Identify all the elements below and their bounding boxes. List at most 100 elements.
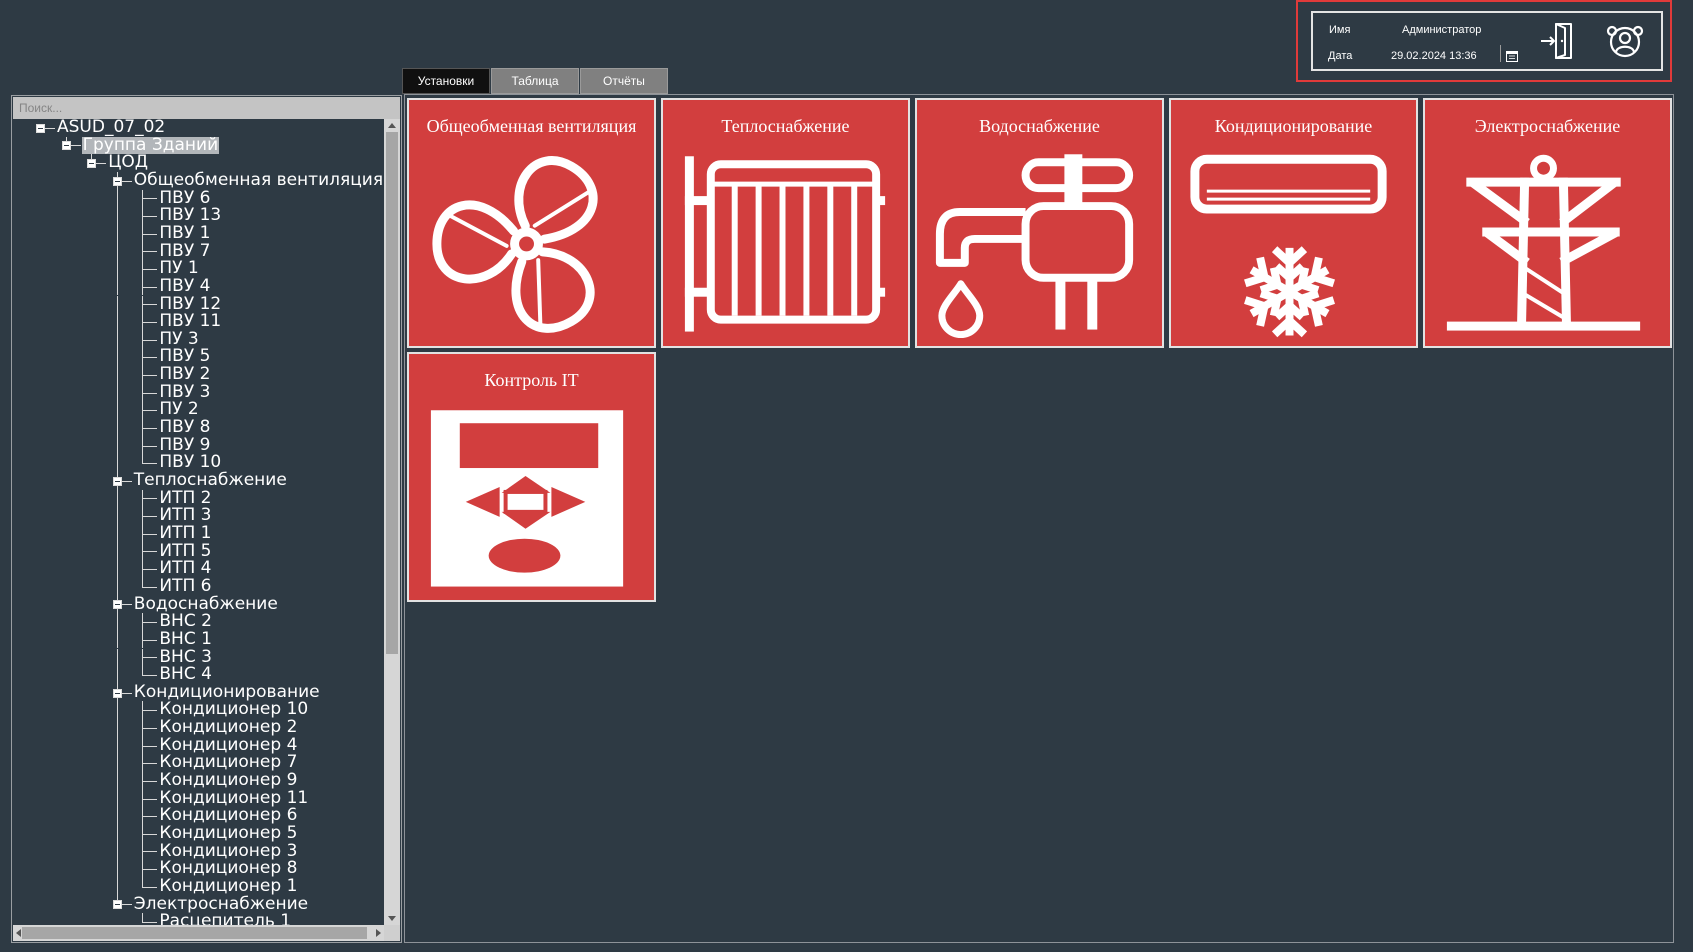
user-group-icon[interactable] [1606, 22, 1644, 60]
tile-power-supply[interactable]: Электроснабжение [1423, 98, 1672, 348]
search-input[interactable] [13, 97, 400, 119]
tile-water-supply[interactable]: Водоснабжение [915, 98, 1164, 348]
tree-item[interactable]: ASUD_07_02 [13, 119, 384, 137]
tree-item[interactable]: ВНС 1 [13, 630, 384, 649]
tab-table[interactable]: Таблица [491, 68, 579, 94]
tree-guide-line [116, 401, 118, 420]
tree-item-label: Группа Зданий [81, 134, 220, 155]
scroll-down-icon[interactable] [388, 916, 396, 921]
scroll-left-icon[interactable] [16, 929, 21, 937]
tree-item[interactable]: Группа Зданий [13, 134, 384, 155]
tree-guide-line [116, 524, 118, 543]
tree-item-label: ИТП 1 [159, 522, 212, 543]
tree-guide-line [116, 789, 118, 808]
tree-guide-line [116, 224, 118, 243]
tile-general-ventilation[interactable]: Общеобменная вентиляция [407, 98, 656, 348]
tree-item[interactable]: ПВУ 1 [13, 222, 384, 243]
tree-item[interactable]: Кондиционер 5 [13, 823, 384, 843]
tree-guide-line [116, 348, 118, 367]
tab-reports[interactable]: Отчёты [580, 68, 668, 94]
date-separator [1500, 45, 1501, 62]
tree-guide-line [142, 321, 158, 323]
tree-item[interactable]: Теплоснабжение [13, 471, 384, 490]
collapse-icon[interactable] [112, 900, 122, 910]
tree-guide-line [142, 533, 158, 535]
tree-guide-line [142, 622, 158, 623]
collapse-icon[interactable] [112, 476, 122, 486]
tree-item[interactable]: ПВУ 4 [13, 275, 384, 296]
user-name-value: Администратор [1402, 24, 1482, 36]
tile-title: Теплоснабжение [721, 116, 850, 136]
tree-guide-line [142, 710, 158, 712]
tree-guide-line [116, 542, 118, 561]
tree-guide-line [116, 454, 118, 472]
tree-guide-line [142, 410, 158, 412]
tree-item[interactable]: Расцепитель 1 [13, 913, 384, 925]
tree-item-label: Кондиционер 5 [159, 823, 298, 843]
tree-guide-line [116, 313, 118, 331]
collapse-icon[interactable] [36, 123, 45, 133]
tree-item-label: ИТП 6 [159, 575, 212, 596]
tree-item[interactable]: ИТП 6 [13, 575, 384, 596]
tree-guide-line [142, 498, 158, 500]
tree-guide-line [142, 463, 158, 465]
logout-icon[interactable] [1539, 22, 1577, 60]
tile-air-conditioning[interactable]: Кондиционирование [1169, 98, 1418, 348]
user-status-box: Имя Администратор Дата 29.02.2024 13:36 [1296, 0, 1672, 82]
tree-guide-line [116, 330, 118, 349]
tree-guide-line [142, 922, 158, 924]
tree-guide-line [142, 666, 144, 675]
tree-guide-line [142, 577, 144, 587]
tree-item[interactable]: Общеобменная вентиляция [13, 169, 384, 190]
tree-guide-line [116, 877, 118, 896]
tree-guide-line [142, 851, 158, 853]
tree-guide-line [142, 657, 158, 659]
horizontal-scroll-thumb[interactable] [22, 927, 367, 939]
tree-guide-line [116, 366, 118, 384]
tree-guide-line [142, 339, 158, 341]
tile-it-control[interactable]: Контроль IT [407, 352, 656, 602]
tree-item-label: Общеобменная вентиляция [133, 169, 384, 190]
object-tree[interactable]: ASUD_07_02 Группа Зданий ЦОД Общеобменная в… [13, 119, 384, 925]
collapse-icon[interactable] [112, 600, 122, 610]
tree-guide-line [142, 516, 158, 518]
tree-guide-line [142, 304, 158, 306]
scroll-up-icon[interactable] [388, 123, 396, 128]
tree-guide-line [116, 577, 118, 596]
tile-heat-supply[interactable]: Теплоснабжение [661, 98, 910, 348]
tree-guide-line [142, 357, 158, 359]
tree-guide-line [142, 286, 158, 288]
tree-item[interactable]: Кондиционер 1 [13, 877, 384, 896]
tree-guide-line [116, 772, 118, 790]
tree-guide-line [142, 886, 158, 888]
tree-guide-line [142, 780, 158, 782]
tree-guide-line [116, 189, 118, 208]
tree-item[interactable]: ИТП 1 [13, 522, 384, 543]
tree-guide-line [116, 260, 118, 278]
tab-installations[interactable]: Установки [402, 68, 490, 94]
collapse-icon[interactable] [87, 159, 97, 169]
user-name-label: Имя [1329, 24, 1351, 36]
tree-guide-line [142, 251, 158, 253]
tree-guide-line [142, 745, 158, 747]
vertical-scroll-thumb[interactable] [386, 132, 398, 654]
tree-item-label: ПВУ 1 [159, 222, 211, 243]
date-label: Дата [1328, 50, 1353, 62]
tree-item-label: Расцепитель 1 [159, 911, 292, 925]
navigation-panel: ASUD_07_02Группа ЗданийЦОДОбщеобменная в… [11, 95, 402, 943]
calendar-icon[interactable] [1506, 50, 1518, 62]
tree-guide-line [142, 198, 158, 200]
vertical-scrollbar[interactable] [384, 119, 400, 925]
collapse-icon[interactable] [112, 688, 122, 698]
tree-guide-line [116, 807, 118, 825]
tree-guide-line [142, 674, 158, 676]
collapse-icon[interactable] [61, 141, 71, 151]
tree-guide-line [116, 860, 118, 878]
tree-item-label: ПВУ 4 [159, 275, 211, 296]
scroll-right-icon[interactable] [376, 929, 381, 937]
tree-guide-line [116, 295, 118, 314]
tree-guide-line [116, 277, 118, 296]
tile-title: Водоснабжение [979, 116, 1100, 136]
collapse-icon[interactable] [112, 176, 122, 186]
horizontal-scrollbar[interactable] [13, 925, 384, 941]
